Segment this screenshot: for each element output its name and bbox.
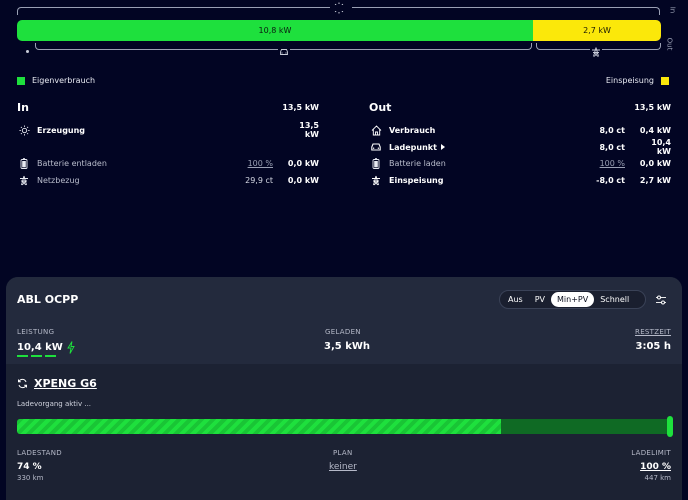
self-use-swatch <box>17 76 25 85</box>
out-section: Out 13,5 kW Verbrauch 8,0 ct 0,4 kW Lade… <box>369 100 671 185</box>
in-row-value: 0,0 kW <box>287 175 319 185</box>
power-readout: 10,4 kW <box>17 341 75 354</box>
car-icon <box>278 47 290 57</box>
production-bracket <box>17 5 660 15</box>
in-row-battery-discharge: Batterie entladen 100 % 0,0 kW <box>17 156 319 170</box>
in-title: In <box>17 100 29 114</box>
power-tower-icon <box>590 47 602 57</box>
out-row-label: Einspeisung <box>389 175 444 185</box>
mode-off-button[interactable]: Aus <box>502 292 529 307</box>
mode-fast-button[interactable]: Schnell <box>594 292 635 307</box>
out-row-value: 0,4 kW <box>639 125 671 135</box>
in-total: 13,5 kW <box>282 102 319 112</box>
power-tower-icon <box>17 174 31 186</box>
out-title: Out <box>369 100 392 114</box>
mode-minpv-button[interactable]: Min+PV <box>551 292 595 307</box>
plan-label: PLAN <box>333 449 353 457</box>
out-row-consumption: Verbrauch 8,0 ct 0,4 kW <box>369 123 671 137</box>
vehicle-selector[interactable]: XPENG G6 <box>17 377 97 390</box>
out-row-value: 0,0 kW <box>639 158 671 168</box>
in-row-production: Erzeugung 13,5 kW <box>17 121 319 139</box>
legend-feed-in: Einspeisung <box>606 76 669 85</box>
out-row-price: 8,0 ct <box>599 125 625 135</box>
in-row-label: Netzbezug <box>37 175 80 185</box>
refresh-icon[interactable] <box>17 378 28 389</box>
legend-self-use: Eigenverbrauch <box>17 76 95 85</box>
in-row-label: Batterie entladen <box>37 158 107 168</box>
limit-range: 447 km <box>644 474 671 482</box>
in-row-value: 13,5 kW <box>299 121 319 139</box>
in-row-label: Erzeugung <box>37 125 86 135</box>
feed-in-swatch <box>661 76 669 85</box>
limit-value[interactable]: 100 % <box>640 462 671 472</box>
consumption-brackets <box>17 43 661 57</box>
out-row-price: -8,0 ct <box>596 175 625 185</box>
sun-icon <box>17 124 31 136</box>
soc-label: LADESTAND <box>17 449 62 457</box>
expand-arrow-icon[interactable] <box>440 144 445 150</box>
remaining-time-label[interactable]: RESTZEIT <box>635 328 671 336</box>
in-axis-label: In <box>668 6 677 14</box>
power-tower-icon <box>369 174 383 186</box>
out-row-label: Verbrauch <box>389 125 436 135</box>
remaining-time-value: 3:05 h <box>635 341 671 352</box>
out-row-loadpoint[interactable]: Ladepunkt 8,0 ct 10,4 kW <box>369 138 671 156</box>
in-row-grid-import: Netzbezug 29,9 ct 0,0 kW <box>17 173 319 187</box>
in-row-value: 0,0 kW <box>287 158 319 168</box>
mode-selector: Aus PV Min+PV Schnell <box>499 290 646 309</box>
feed-in-segment: 2,7 kW <box>533 20 661 41</box>
car-icon <box>369 141 383 153</box>
soc-value: 74 % <box>17 462 42 472</box>
battery-soc-link[interactable]: 100 % <box>213 159 273 168</box>
in-section: In 13,5 kW Erzeugung 13,5 kW Batterie en… <box>17 100 319 185</box>
house-icon <box>369 124 383 136</box>
out-row-label: Batterie laden <box>389 158 446 168</box>
self-use-segment: 10,8 kW <box>17 20 533 41</box>
limit-label: LADELIMIT <box>631 449 671 457</box>
legend-feed-in-label: Einspeisung <box>605 76 654 85</box>
legend-self-use-label: Eigenverbrauch <box>32 76 96 85</box>
out-row-value: 2,7 kW <box>639 175 671 185</box>
loadpoint-title: ABL OCPP <box>17 293 79 306</box>
soc-range: 330 km <box>17 474 44 482</box>
battery-icon <box>369 157 383 169</box>
power-value: 10,4 kW <box>17 342 63 353</box>
charge-limit-handle[interactable] <box>667 416 673 437</box>
lightning-icon <box>67 341 75 354</box>
in-row-price: 29,9 ct <box>245 175 273 185</box>
out-row-label[interactable]: Ladepunkt <box>389 143 565 152</box>
out-row-price: 8,0 ct <box>599 142 625 152</box>
phase-indicator <box>17 355 56 357</box>
charging-status: Ladevorgang aktiv ... <box>17 400 92 408</box>
soc-bar <box>17 419 671 434</box>
soc-bar-fill <box>17 419 501 434</box>
out-axis-label: Out <box>665 37 674 51</box>
vehicle-name[interactable]: XPENG G6 <box>34 377 97 390</box>
plan-link[interactable]: keiner <box>329 462 357 472</box>
charged-label: GELADEN <box>325 328 361 336</box>
out-row-battery-charge: Batterie laden 100 % 0,0 kW <box>369 156 671 170</box>
loadpoint-label: Ladepunkt <box>389 142 437 152</box>
battery-icon <box>17 157 31 169</box>
mode-pv-button[interactable]: PV <box>529 292 551 307</box>
battery-soc-link[interactable]: 100 % <box>565 159 625 168</box>
charged-value: 3,5 kWh <box>324 341 370 352</box>
out-total: 13,5 kW <box>634 102 671 112</box>
energy-flow-bar: 10,8 kW 2,7 kW <box>17 20 661 41</box>
house-consumption-marker <box>26 50 29 53</box>
out-row-value: 10,4 kW <box>651 138 671 156</box>
sliders-icon[interactable] <box>655 294 667 306</box>
loadpoint-card: ABL OCPP Aus PV Min+PV Schnell LEISTUNG … <box>6 277 682 500</box>
out-row-feed-in: Einspeisung -8,0 ct 2,7 kW <box>369 173 671 187</box>
power-label: LEISTUNG <box>17 328 55 336</box>
